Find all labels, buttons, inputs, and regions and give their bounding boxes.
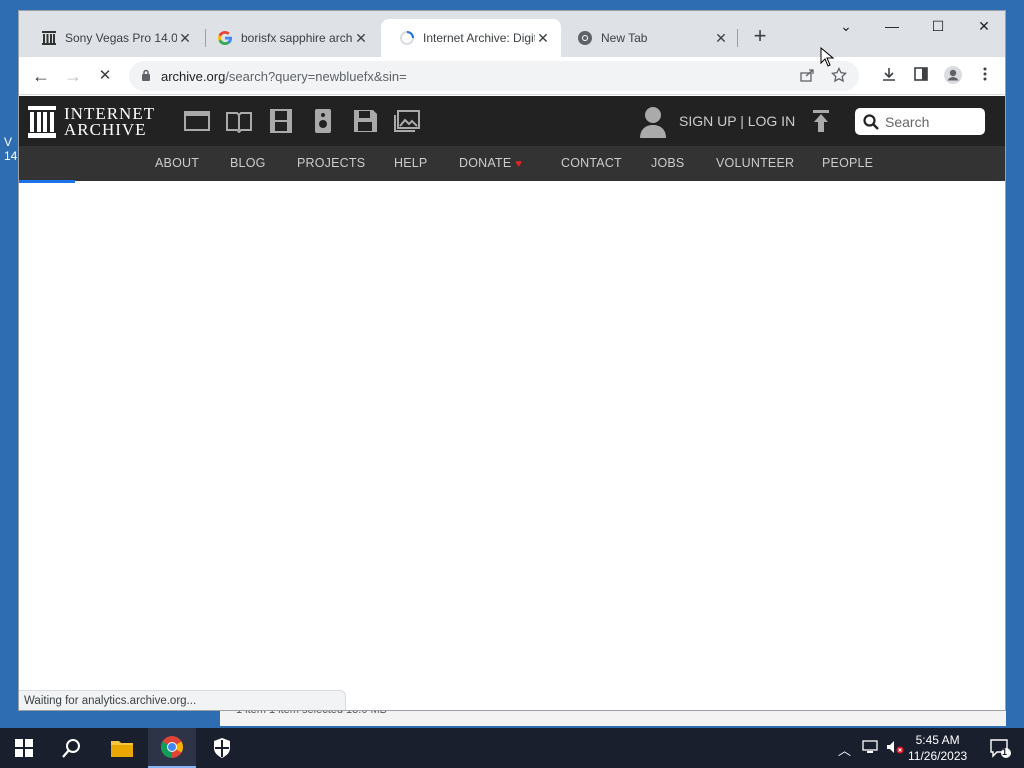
side-panel-icon[interactable] [909, 65, 933, 87]
nav-projects[interactable]: PROJECTS [297, 156, 365, 170]
menu-kebab-icon[interactable] [973, 65, 997, 87]
google-icon [217, 30, 233, 46]
upload-icon[interactable] [811, 110, 831, 132]
chrome-icon [577, 30, 593, 46]
ia-nav-bar: ABOUT BLOG PROJECTS HELP DONATE ♥ CONTACT… [19, 146, 1005, 181]
video-icon[interactable] [267, 109, 295, 133]
nav-donate[interactable]: DONATE ♥ [459, 156, 522, 170]
logo-line2: ARCHIVE [64, 120, 147, 139]
nav-blog[interactable]: BLOG [230, 156, 266, 170]
mouse-cursor-icon [820, 47, 834, 67]
maximize-button[interactable]: ☐ [915, 15, 961, 37]
nav-jobs[interactable]: JOBS [651, 156, 684, 170]
ia-top-bar: INTERNET ARCHIVE SIGN UP | LOG IN [19, 96, 1005, 146]
new-tab-button[interactable]: + [749, 25, 771, 47]
folder-icon [111, 741, 133, 757]
profile-avatar-icon[interactable] [941, 65, 965, 87]
nav-about[interactable]: ABOUT [155, 156, 199, 170]
taskbar-search-button[interactable] [48, 728, 96, 768]
nav-people[interactable]: PEOPLE [822, 156, 873, 170]
status-bubble: Waiting for analytics.archive.org... [19, 690, 346, 710]
windows-logo-icon [15, 739, 33, 757]
share-icon[interactable] [797, 67, 817, 87]
tab-divider [737, 29, 738, 47]
tab-title: New Tab [601, 31, 648, 45]
ia-logo[interactable]: INTERNET ARCHIVE [28, 105, 155, 139]
tab-close-icon[interactable]: ✕ [353, 30, 369, 47]
sign-up-login-link[interactable]: SIGN UP | LOG IN [679, 113, 795, 129]
security-taskbar-button[interactable] [198, 728, 246, 768]
volume-muted-icon[interactable] [886, 740, 904, 757]
nav-contact[interactable]: CONTACT [561, 156, 622, 170]
tab-search-icon[interactable]: ⌄ [823, 15, 869, 37]
page-loading-progress [19, 180, 75, 183]
tray-chevron-up-icon[interactable]: ︿ [838, 740, 851, 759]
download-icon[interactable] [877, 65, 901, 87]
browser-toolbar: ← → ✕ archive.org/search?query=newbluefx… [19, 57, 1005, 95]
back-button[interactable]: ← [29, 65, 53, 87]
address-bar[interactable]: archive.org/search?query=newbluefx&sin= [129, 61, 859, 91]
browser-window: Sony Vegas Pro 14.0.1 ✕ borisfx sapphire… [18, 10, 1006, 711]
start-button[interactable] [0, 728, 48, 768]
stop-loading-button[interactable]: ✕ [93, 65, 117, 87]
heart-icon: ♥ [515, 158, 523, 170]
user-icon[interactable] [639, 106, 667, 138]
ia-search-box[interactable] [855, 108, 985, 135]
tab-title: Sony Vegas Pro 14.0.1 [65, 31, 177, 45]
tab-internet-archive[interactable]: Internet Archive: Digital ✕ [381, 19, 561, 57]
close-window-button[interactable]: ✕ [961, 15, 1005, 37]
images-icon[interactable] [393, 109, 421, 133]
chrome-icon [161, 736, 183, 758]
tab-strip: Sony Vegas Pro 14.0.1 ✕ borisfx sapphire… [19, 11, 1005, 57]
loading-icon [399, 30, 415, 46]
search-icon [62, 739, 80, 758]
file-explorer-button[interactable] [98, 728, 146, 768]
minimize-button[interactable]: — [869, 15, 915, 37]
internet-archive-icon [41, 30, 57, 46]
nav-help[interactable]: HELP [394, 156, 427, 170]
taskbar: ︿ 5:45 AM 11/26/2023 1 [0, 728, 1024, 768]
notification-count: 1 [1002, 747, 1008, 757]
audio-icon[interactable] [309, 109, 337, 133]
tab-title: Internet Archive: Digital [423, 31, 535, 45]
network-icon[interactable] [862, 740, 878, 757]
desktop-icon-label: V 14 [4, 135, 18, 163]
shield-icon [214, 738, 230, 758]
tab-new-tab[interactable]: New Tab ✕ [559, 19, 739, 57]
tab-close-icon[interactable]: ✕ [535, 30, 551, 47]
tab-borisfx[interactable]: borisfx sapphire archive ✕ [199, 19, 379, 57]
tab-title: borisfx sapphire archive [241, 31, 353, 45]
tab-close-icon[interactable]: ✕ [713, 30, 729, 47]
web-icon[interactable] [183, 109, 211, 133]
ia-search-input[interactable] [885, 113, 981, 130]
texts-icon[interactable] [225, 109, 253, 133]
clock-date: 11/26/2023 [908, 749, 968, 763]
search-icon [863, 113, 879, 130]
lock-icon [141, 69, 151, 84]
archive-building-icon [28, 106, 56, 138]
notification-center-button[interactable]: 1 [976, 728, 1024, 768]
forward-button[interactable]: → [61, 65, 85, 87]
url-text: archive.org/search?query=newbluefx&sin= [161, 68, 407, 84]
notification-icon [990, 739, 1011, 758]
tab-sony-vegas[interactable]: Sony Vegas Pro 14.0.1 ✕ [23, 19, 203, 57]
tab-close-icon[interactable]: ✕ [177, 30, 193, 47]
nav-volunteer[interactable]: VOLUNTEER [716, 156, 794, 170]
chrome-taskbar-button[interactable] [148, 728, 196, 768]
software-icon[interactable] [351, 109, 379, 133]
bookmark-star-icon[interactable] [829, 66, 849, 87]
taskbar-clock[interactable]: 5:45 AM 11/26/2023 [908, 732, 967, 764]
clock-time: 5:45 AM [915, 733, 960, 747]
